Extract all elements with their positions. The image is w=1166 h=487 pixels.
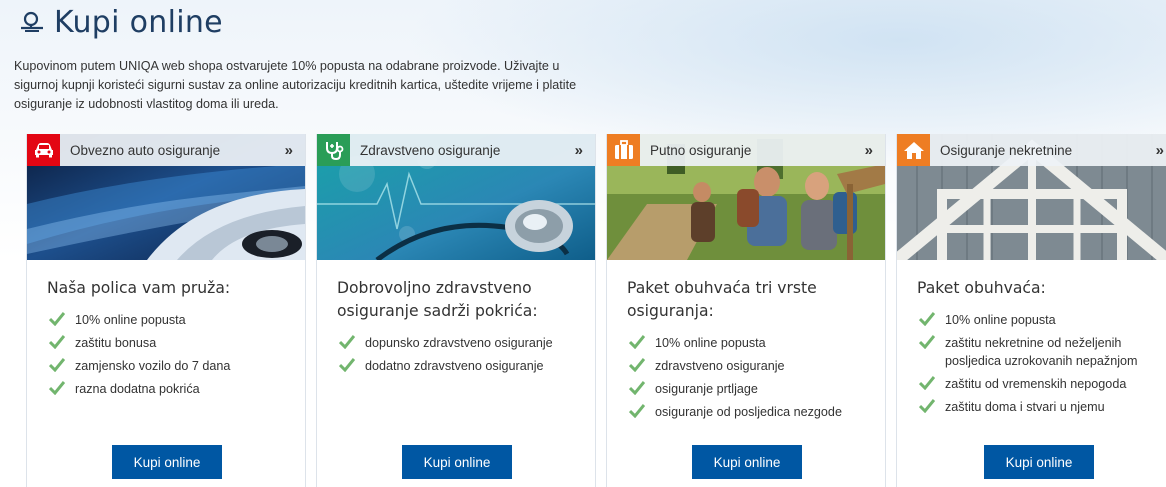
feature-list: 10% online popusta zaštitu nekretnine od… <box>917 311 1165 421</box>
check-icon <box>919 376 935 390</box>
card-heading: Dobrovoljno zdravstveno osiguranje sadrž… <box>337 279 538 320</box>
check-icon <box>629 381 645 395</box>
check-icon <box>919 335 935 349</box>
card-header-health[interactable]: Zdravstveno osiguranje » <box>317 134 595 166</box>
feature-list: 10% online popusta zdravstveno osiguranj… <box>627 334 883 426</box>
check-icon <box>339 335 355 349</box>
page-title-text: Kupi online <box>54 4 223 40</box>
card-heading: Naša polica vam pruža: <box>47 279 231 297</box>
car-icon <box>27 134 60 166</box>
card-header-label: Obvezno auto osiguranje <box>70 142 221 158</box>
card-header-auto[interactable]: Obvezno auto osiguranje » <box>27 134 305 166</box>
product-card-auto: Obvezno auto osiguranje » Naša polica va… <box>26 134 306 487</box>
list-item: dopunsko zdravstveno osiguranje <box>337 334 593 352</box>
buy-online-button-property[interactable]: Kupi online <box>984 445 1094 479</box>
product-card-health: Zdravstveno osiguranje » Dobrovoljno zdr… <box>316 134 596 487</box>
list-item: zaštitu doma i stvari u njemu <box>917 398 1165 416</box>
card-header-travel[interactable]: Putno osiguranje » <box>607 134 885 166</box>
chevron-right-icon: » <box>864 141 873 159</box>
buy-online-button-health[interactable]: Kupi online <box>402 445 512 479</box>
page-title: Kupi online <box>18 4 223 40</box>
chevron-right-icon: » <box>1155 141 1164 159</box>
list-item: 10% online popusta <box>627 334 883 352</box>
card-header-label: Zdravstveno osiguranje <box>360 142 501 158</box>
card-header-label: Putno osiguranje <box>650 142 752 158</box>
check-icon <box>629 358 645 372</box>
buy-online-button-travel[interactable]: Kupi online <box>692 445 802 479</box>
intro-text: Kupovinom putem UNIQA web shopa ostvaruj… <box>14 59 577 111</box>
buy-online-button-auto[interactable]: Kupi online <box>112 445 222 479</box>
stethoscope-icon <box>317 134 350 166</box>
list-item: zamjensko vozilo do 7 dana <box>47 357 303 375</box>
list-item: osiguranje od posljedica nezgode <box>627 403 883 421</box>
check-icon <box>629 404 645 418</box>
check-icon <box>629 335 645 349</box>
house-icon <box>897 134 930 166</box>
card-heading: Paket obuhvaća: <box>917 279 1046 297</box>
check-icon <box>339 358 355 372</box>
check-icon <box>919 399 935 413</box>
card-heading: Paket obuhvaća tri vrste osiguranja: <box>627 279 817 320</box>
product-card-travel: Putno osiguranje » Paket obuhvaća tri vr… <box>606 134 886 487</box>
check-icon <box>49 335 65 349</box>
list-item: osiguranje prtljage <box>627 380 883 398</box>
feature-list: dopunsko zdravstveno osiguranje dodatno … <box>337 334 593 380</box>
list-item: zaštitu nekretnine od neželjenih posljed… <box>917 334 1165 370</box>
card-header-label: Osiguranje nekretnine <box>940 142 1073 158</box>
list-item: zaštitu bonusa <box>47 334 303 352</box>
chevron-right-icon: » <box>574 141 583 159</box>
uniqa-logo-icon <box>21 11 43 32</box>
list-item: 10% online popusta <box>47 311 303 329</box>
list-item: razna dodatna pokrića <box>47 380 303 398</box>
product-card-property: Osiguranje nekretnine » Paket obuhvaća: … <box>896 134 1166 487</box>
check-icon <box>49 312 65 326</box>
list-item: 10% online popusta <box>917 311 1165 329</box>
list-item: zdravstveno osiguranje <box>627 357 883 375</box>
check-icon <box>49 358 65 372</box>
suitcase-icon <box>607 134 640 166</box>
check-icon <box>919 312 935 326</box>
list-item: dodatno zdravstveno osiguranje <box>337 357 593 375</box>
feature-list: 10% online popusta zaštitu bonusa zamjen… <box>47 311 303 403</box>
card-header-property[interactable]: Osiguranje nekretnine » <box>897 134 1166 166</box>
list-item: zaštitu od vremenskih nepogoda <box>917 375 1165 393</box>
chevron-right-icon: » <box>284 141 293 159</box>
check-icon <box>49 381 65 395</box>
